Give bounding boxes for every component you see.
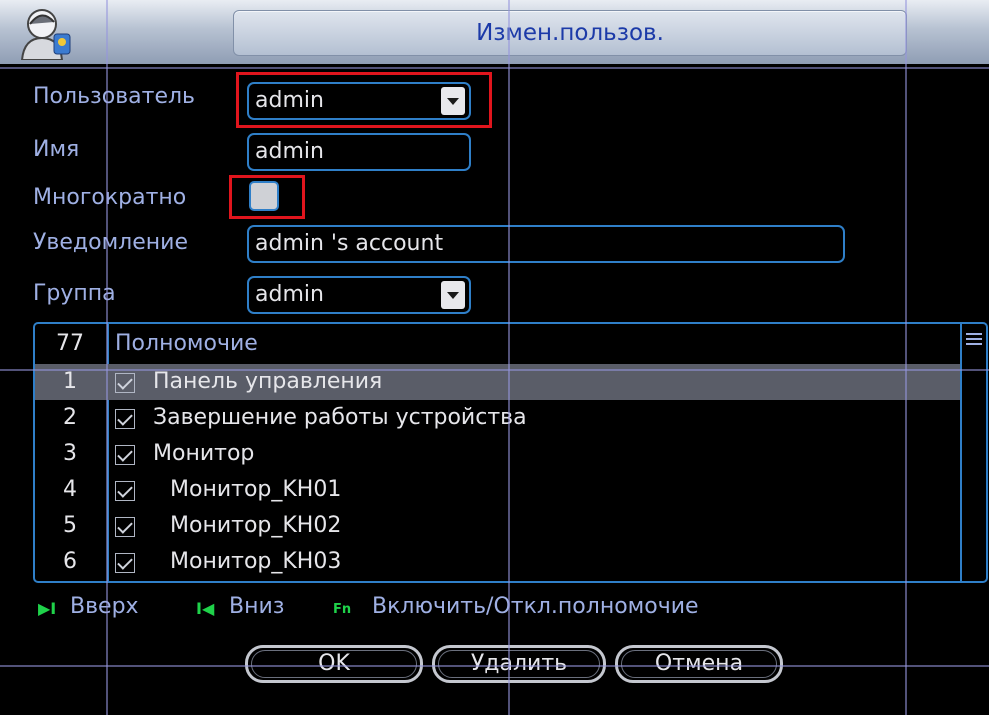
fn-hint-icon: Fn <box>333 602 352 617</box>
table-row[interactable]: 4 Монитор_KH01 <box>35 472 960 508</box>
name-field[interactable]: admin <box>247 133 471 171</box>
up-hint-label: Вверх <box>70 594 139 619</box>
title-plaque: Измен.пользов. <box>233 10 907 56</box>
group-label: Группа <box>33 281 116 306</box>
row-checkbox[interactable] <box>115 445 135 465</box>
ok-button[interactable]: OK <box>245 645 423 683</box>
row-checkbox[interactable] <box>115 553 135 573</box>
note-field[interactable]: admin 's account <box>247 225 845 263</box>
permissions-table: 77 Полномочие 1 Панель управления 2 Заве… <box>33 322 988 583</box>
table-row[interactable]: 5 Монитор_KH02 <box>35 508 960 544</box>
table-row[interactable]: 2 Завершение работы устройства <box>35 400 960 436</box>
list-menu-icon[interactable] <box>964 330 984 352</box>
row-number: 6 <box>63 549 77 574</box>
chevron-down-icon[interactable] <box>441 281 465 309</box>
row-number: 4 <box>63 477 77 502</box>
permission-column-header: Полномочие <box>115 331 258 356</box>
grid-line <box>0 67 989 69</box>
row-label: Завершение работы устройства <box>153 405 527 430</box>
row-checkbox[interactable] <box>115 373 135 393</box>
grid-line <box>0 665 989 667</box>
row-checkbox[interactable] <box>115 517 135 537</box>
table-row[interactable]: 3 Монитор <box>35 436 960 472</box>
grid-line <box>0 369 989 371</box>
fn-hint-label: Включить/Откл.полномочие <box>372 594 699 619</box>
row-label: Монитор_KH02 <box>170 513 342 538</box>
user-icon <box>20 9 71 60</box>
cancel-button[interactable]: Отмена <box>615 645 783 683</box>
row-checkbox[interactable] <box>115 409 135 429</box>
group-select-value: admin <box>255 282 324 307</box>
scrollbar[interactable] <box>960 324 986 581</box>
grid-line <box>905 0 907 715</box>
title-bar: Измен.пользов. <box>0 0 989 64</box>
grid-line <box>508 0 510 715</box>
row-number: 2 <box>63 405 77 430</box>
multiple-label: Многократно <box>33 185 187 210</box>
down-hint-label: Вниз <box>229 594 285 619</box>
row-label: Монитор_KH01 <box>170 477 342 502</box>
row-label: Монитор <box>153 441 255 466</box>
table-header: 77 Полномочие <box>35 326 960 362</box>
user-edit-dialog: Измен.пользов. Пользователь admin Имя ad… <box>0 0 989 715</box>
permission-count: 77 <box>56 331 84 356</box>
name-label: Имя <box>33 137 80 162</box>
delete-button[interactable]: Удалить <box>432 645 606 683</box>
highlight-box-user <box>236 72 492 128</box>
row-checkbox[interactable] <box>115 481 135 501</box>
down-hint-icon: I◀ <box>196 599 215 618</box>
note-label: Уведомление <box>33 230 188 255</box>
grid-line <box>106 0 108 715</box>
window-title: Измен.пользов. <box>476 20 664 46</box>
row-number: 3 <box>63 441 77 466</box>
row-label: Монитор_KH03 <box>170 549 342 574</box>
group-select[interactable]: admin <box>247 276 471 314</box>
up-hint-icon: ▶I <box>38 599 57 618</box>
user-label: Пользователь <box>33 84 196 109</box>
table-row[interactable]: 6 Монитор_KH03 <box>35 544 960 580</box>
row-number: 5 <box>63 513 77 538</box>
highlight-box-multiple <box>229 175 305 219</box>
